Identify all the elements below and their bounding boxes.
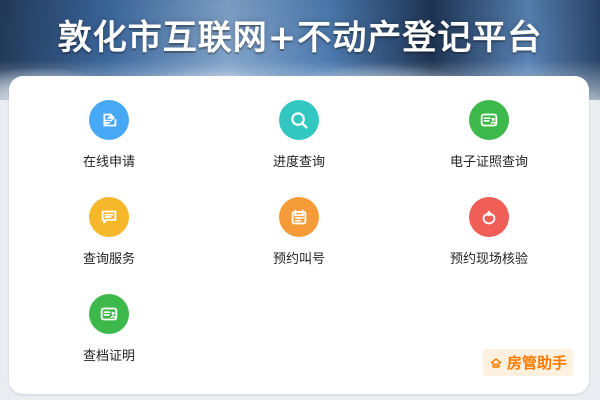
menu-item-label: 进度查询 [272,155,325,170]
menu-item-label: 电子证照查询 [449,155,528,170]
menu-item-label: 在线申请 [82,155,135,170]
message-icon [89,197,129,237]
menu-item-progress-query[interactable]: 进度查询 [219,76,379,170]
menu-item-appointment-site-check[interactable]: 预约现场核验 [409,173,569,267]
menu-item-appointment-number[interactable]: 预约叫号 [219,173,379,267]
services-grid: 在线申请 进度查询 电子证照查询 查询服务 预约叫号 预约现场核验 查档证明 [9,76,589,394]
menu-item-label: 预约叫号 [272,252,325,267]
shield-flower-icon [469,197,509,237]
page-title: 敦化市互联网+不动产登记平台 [57,18,543,58]
menu-item-label: 查档证明 [82,349,135,364]
menu-item-online-apply[interactable]: 在线申请 [29,76,189,170]
certificate-icon [469,100,509,140]
menu-item-archive-certificate[interactable]: 查档证明 [29,270,189,364]
menu-item-label: 查询服务 [82,252,135,267]
house-icon [489,356,503,370]
menu-item-label: 预约现场核验 [449,252,528,267]
menu-item-query-service[interactable]: 查询服务 [29,173,189,267]
edit-icon [89,100,129,140]
calendar-icon [279,197,319,237]
services-card: 在线申请 进度查询 电子证照查询 查询服务 预约叫号 预约现场核验 查档证明 房… [9,76,589,394]
watermark-text: 房管助手 [506,354,567,372]
menu-item-e-certificate-query[interactable]: 电子证照查询 [409,76,569,170]
certificate-icon [89,294,129,334]
watermark-badge: 房管助手 [482,349,573,376]
search-icon [279,100,319,140]
